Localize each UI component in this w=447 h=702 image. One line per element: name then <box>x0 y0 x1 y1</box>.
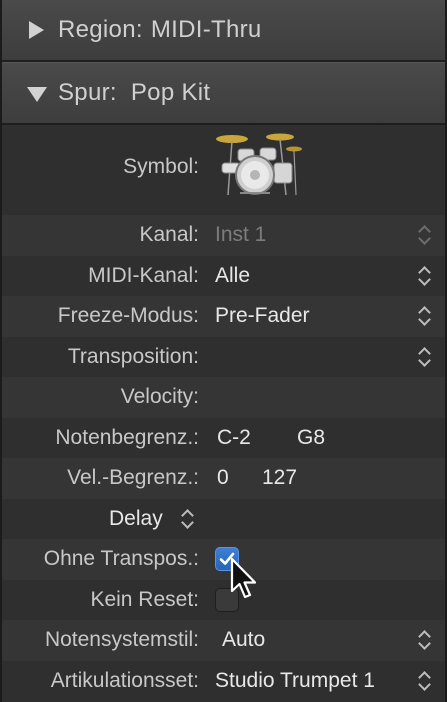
artikulationsset-label: Artikulationsset: <box>50 668 199 692</box>
midi-kanal-stepper-icon[interactable] <box>419 266 431 286</box>
transposition-row[interactable]: Transposition: <box>2 337 445 378</box>
kanal-value[interactable]: Inst 1 <box>215 223 266 247</box>
disclosure-collapsed-icon[interactable] <box>26 19 48 41</box>
disclosure-expanded-icon[interactable] <box>26 82 48 104</box>
kein-reset-checkbox[interactable] <box>215 587 239 612</box>
notenbegrenz-high[interactable]: G8 <box>297 426 325 450</box>
region-section-header[interactable]: Region: MIDI-Thru <box>2 0 445 62</box>
checkmark-icon <box>219 552 235 566</box>
velbegrenz-high[interactable]: 127 <box>262 466 297 490</box>
track-inspector-panel: Region: MIDI-Thru Spur: Pop Kit Symbol: <box>0 0 447 702</box>
midi-kanal-value[interactable]: Alle <box>215 264 250 288</box>
kein-reset-row[interactable]: Kein Reset: <box>2 580 445 621</box>
artikulationsset-value[interactable]: Studio Trumpet 1 <box>215 669 375 693</box>
track-header-label: Spur: <box>58 79 117 106</box>
artikulationsset-stepper-icon[interactable] <box>419 671 431 691</box>
velbegrenz-low[interactable]: 0 <box>217 466 229 490</box>
transposition-stepper-icon[interactable] <box>419 347 431 367</box>
transposition-label: Transposition: <box>67 344 199 368</box>
symbol-row: Symbol: <box>2 125 445 215</box>
velbegrenz-row[interactable]: Vel.-Begrenz.: 0 127 <box>2 458 445 499</box>
delay-stepper-icon[interactable] <box>182 509 194 529</box>
velbegrenz-label: Vel.-Begrenz.: <box>67 466 199 490</box>
track-section-header[interactable]: Spur: Pop Kit <box>2 62 445 125</box>
symbol-label: Symbol: <box>123 155 199 178</box>
delay-popup-label[interactable]: Delay <box>109 507 163 531</box>
notensystemstil-row[interactable]: Notensystemstil: Auto <box>2 620 445 661</box>
kanal-label: Kanal: <box>139 223 199 247</box>
ohne-transpos-row[interactable]: Ohne Transpos.: <box>2 539 445 580</box>
ohne-transpos-checkbox[interactable] <box>215 547 239 572</box>
velocity-row[interactable]: Velocity: <box>2 377 445 418</box>
notensystemstil-stepper-icon[interactable] <box>419 630 431 650</box>
region-header-label: Region: <box>58 16 143 43</box>
notensystemstil-value[interactable]: Auto <box>222 628 265 652</box>
midi-kanal-label: MIDI-Kanal: <box>88 263 199 287</box>
freeze-row[interactable]: Freeze-Modus: Pre-Fader <box>2 296 445 337</box>
notenbegrenz-label: Notenbegrenz.: <box>55 425 199 449</box>
velocity-label: Velocity: <box>120 385 199 409</box>
kanal-stepper-icon[interactable] <box>419 225 431 245</box>
kanal-row[interactable]: Kanal: Inst 1 <box>2 215 445 256</box>
freeze-stepper-icon[interactable] <box>419 306 431 326</box>
drum-kit-icon[interactable] <box>210 129 302 199</box>
freeze-value[interactable]: Pre-Fader <box>215 304 310 328</box>
track-header-value: Pop Kit <box>130 79 211 106</box>
notensystemstil-label: Notensystemstil: <box>44 628 199 652</box>
freeze-label: Freeze-Modus: <box>57 304 199 328</box>
kein-reset-label: Kein Reset: <box>90 587 199 611</box>
midi-kanal-row[interactable]: MIDI-Kanal: Alle <box>2 256 445 297</box>
artikulationsset-row[interactable]: Artikulationsset: Studio Trumpet 1 <box>2 661 445 702</box>
delay-row[interactable]: Delay <box>2 499 445 540</box>
notenbegrenz-row[interactable]: Notenbegrenz.: C-2 G8 <box>2 418 445 459</box>
notenbegrenz-low[interactable]: C-2 <box>217 426 251 450</box>
region-header-value: MIDI-Thru <box>150 16 262 43</box>
ohne-transpos-label: Ohne Transpos.: <box>43 547 199 571</box>
